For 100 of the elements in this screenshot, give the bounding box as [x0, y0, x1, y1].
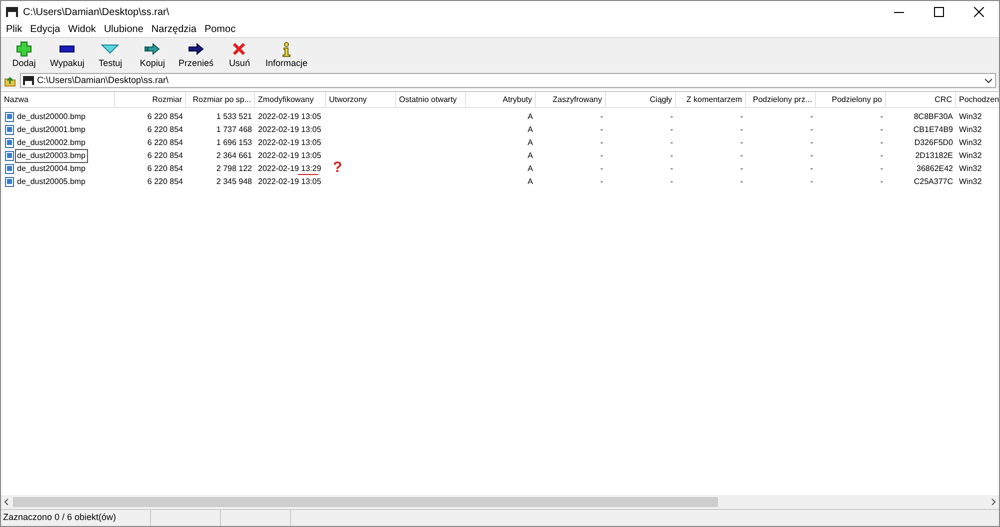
table-cell: -: [740, 136, 743, 148]
table-cell: 36862E42: [916, 162, 953, 174]
file-name[interactable]: de_dust20001.bmp: [16, 124, 86, 136]
table-cell: 6 220 854: [147, 110, 183, 122]
menu-item[interactable]: Edycja: [30, 25, 60, 35]
table-cell: A: [528, 150, 533, 162]
table-cell: 6 220 854: [147, 150, 183, 162]
table-cell: -: [740, 150, 743, 162]
table-cell: 2022-02-19 13:05: [258, 136, 322, 148]
file-name[interactable]: de_dust20005.bmp: [16, 176, 86, 188]
annotation-mark: ?: [333, 160, 342, 175]
column-header[interactable]: Podzielony po: [816, 92, 886, 108]
file-name[interactable]: de_dust20003.bmp: [16, 150, 86, 162]
column-header[interactable]: Ostatnio otwarty: [396, 92, 466, 108]
toolbar-button[interactable]: Testuj: [90, 38, 130, 71]
table-cell: -: [810, 110, 813, 122]
table-cell: -: [670, 136, 673, 148]
table-cell: -: [740, 162, 743, 174]
table-cell: Win32: [959, 150, 982, 162]
table-cell: -: [600, 150, 603, 162]
table-cell: -: [880, 136, 883, 148]
table-cell: 6 220 854: [147, 162, 183, 174]
table-cell: -: [600, 176, 603, 188]
table-cell: A: [528, 136, 533, 148]
table-cell: A: [528, 162, 533, 174]
table-cell: 6 220 854: [147, 176, 183, 188]
menu-item[interactable]: Ulubione: [104, 25, 144, 35]
table-cell: -: [600, 110, 603, 122]
table-cell: -: [810, 124, 813, 136]
toolbar-button[interactable]: Kopiuj: [132, 38, 172, 71]
menu-item[interactable]: Plik: [6, 25, 22, 35]
table-cell: -: [810, 150, 813, 162]
column-header[interactable]: Atrybuty: [466, 92, 536, 108]
column-header[interactable]: Utworzony: [326, 92, 396, 108]
table-cell: -: [740, 110, 743, 122]
column-header[interactable]: Podzielony prz...: [746, 92, 816, 108]
table-cell: 1 696 153: [216, 136, 252, 148]
table-cell: A: [528, 124, 533, 136]
table-cell: 2022-02-19 13:05: [258, 110, 322, 122]
menu-item[interactable]: Narzędzia: [151, 25, 196, 35]
table-cell: -: [670, 150, 673, 162]
cross-icon: [233, 43, 246, 55]
file-name[interactable]: de_dust20000.bmp: [16, 110, 86, 122]
arrow-right-icon: [188, 43, 204, 55]
column-header[interactable]: Z komentarzem: [676, 92, 746, 108]
chevron-down-icon: [101, 44, 120, 54]
table-cell: Win32: [959, 162, 982, 174]
table-cell: A: [528, 176, 533, 188]
table-cell: -: [600, 124, 603, 136]
column-header[interactable]: Zmodyfikowany: [255, 92, 326, 108]
table-cell: Win32: [959, 124, 982, 136]
table-cell: 1 533 521: [216, 110, 252, 122]
table-cell: -: [880, 110, 883, 122]
table-cell: -: [670, 110, 673, 122]
table-cell: -: [600, 162, 603, 174]
toolbar-button[interactable]: Dodaj: [4, 38, 44, 71]
table-cell: 2022-02-19 13:05: [258, 176, 322, 188]
table-cell: -: [810, 136, 813, 148]
table-cell: 6 220 854: [147, 136, 183, 148]
table-cell: 2022-02-19 13:05: [258, 150, 322, 162]
archive-icon: [23, 76, 34, 85]
app-icon: [6, 7, 18, 17]
toolbar-button[interactable]: Przenieś: [174, 38, 218, 71]
file-name[interactable]: de_dust20004.bmp: [16, 162, 86, 174]
table-cell: 2D13182E: [915, 150, 953, 162]
column-header[interactable]: Rozmiar po sp...: [186, 92, 255, 108]
toolbar-button[interactable]: Informacje: [261, 38, 312, 71]
column-header[interactable]: Rozmiar: [115, 92, 186, 108]
folder-up-icon[interactable]: [4, 74, 16, 86]
column-header[interactable]: Nazwa: [1, 92, 115, 108]
column-header[interactable]: Ciągły: [606, 92, 676, 108]
table-cell: 8C8BF30A: [914, 110, 953, 122]
table-cell: 2 345 948: [216, 176, 252, 188]
table-cell: -: [810, 162, 813, 174]
table-cell: -: [670, 124, 673, 136]
table-cell: -: [880, 162, 883, 174]
toolbar-button[interactable]: Wypakuj: [46, 38, 88, 71]
file-name[interactable]: de_dust20002.bmp: [16, 136, 86, 148]
status-text: Zaznaczono 0 / 6 obiekt(ów): [1, 510, 151, 526]
table-cell: -: [880, 150, 883, 162]
table-cell: 2 798 122: [216, 162, 252, 174]
table-cell: C25A377C: [914, 176, 953, 188]
menu-item[interactable]: Pomoc: [204, 25, 236, 35]
arrow-right-icon: [144, 43, 160, 55]
table-cell: Win32: [959, 136, 982, 148]
table-cell: Win32: [959, 110, 982, 122]
menu-item[interactable]: Widok: [68, 25, 96, 35]
column-header[interactable]: CRC: [886, 92, 956, 108]
dropdown-icon[interactable]: [985, 78, 992, 84]
table-cell: -: [670, 162, 673, 174]
plus-icon: [16, 41, 32, 57]
scrollbar-thumb[interactable]: [13, 497, 718, 507]
window-title: C:\Users\Damian\Desktop\ss.rar\: [23, 6, 170, 20]
table-cell: -: [740, 176, 743, 188]
column-header[interactable]: Pochodzen: [956, 92, 999, 108]
table-cell: -: [600, 136, 603, 148]
column-header[interactable]: Zaszyfrowany: [536, 92, 606, 108]
toolbar-button[interactable]: Usuń: [219, 38, 260, 71]
table-cell: D326F5D0: [914, 136, 953, 148]
table-cell: Win32: [959, 176, 982, 188]
